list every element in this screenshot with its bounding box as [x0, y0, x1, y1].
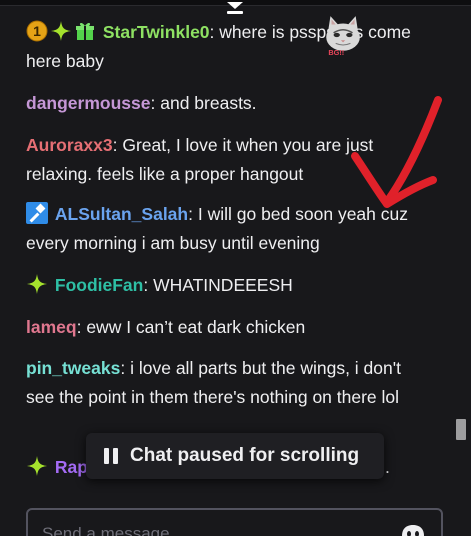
annotation-arrow-icon [351, 96, 442, 208]
collapse-arrow-icon[interactable] [223, 0, 247, 18]
username[interactable]: Rap [55, 457, 88, 477]
username[interactable]: dangermousse [26, 93, 150, 113]
hammer-badge[interactable] [26, 202, 48, 224]
chat-panel: { "messages": [ { "username": "StarTwink… [0, 0, 471, 536]
message-text: WHATINDEEESH [153, 275, 293, 295]
chat-message: 1 StarTwinkle0: where is psspspps come h… [26, 20, 411, 71]
chat-input[interactable] [42, 522, 382, 536]
chat-paused-label: Chat paused for scrolling [130, 445, 360, 466]
username[interactable]: StarTwinkle0 [103, 22, 210, 42]
gift-count-badge[interactable]: 1 [26, 20, 48, 42]
username[interactable]: pin_tweaks [26, 358, 120, 378]
emote-caption: BG!! [328, 48, 344, 56]
chat-message: lameq: eww I can’t eat dark chicken [26, 317, 306, 337]
star-badge[interactable] [50, 20, 72, 42]
chat-input-container[interactable] [26, 508, 443, 536]
username[interactable]: lameq [26, 317, 77, 337]
username[interactable]: FoodieFan [55, 275, 143, 295]
username[interactable]: ALSultan_Salah [55, 204, 188, 224]
message-text: and breasts. [160, 93, 257, 113]
message-text: eww I can’t eat dark chicken [86, 317, 306, 337]
scrollbar-thumb[interactable] [456, 419, 466, 440]
chat-paused-banner[interactable]: Chat paused for scrolling [86, 433, 384, 479]
chat-scrollbar[interactable] [454, 18, 466, 488]
pause-icon [104, 448, 118, 464]
message-text: . [385, 457, 390, 477]
chat-message: pin_tweaks: i love all parts but the win… [26, 358, 401, 407]
username[interactable]: Auroraxx3 [26, 135, 113, 155]
gift-count-text: 1 [33, 23, 41, 39]
gift-badge[interactable] [74, 20, 96, 42]
emote-picker-icon[interactable] [400, 523, 426, 536]
chat-message: FoodieFan: WHATINDEEESH [26, 271, 426, 300]
cat-emote[interactable]: BG!! [321, 14, 363, 56]
star-badge[interactable] [26, 455, 48, 477]
star-badge[interactable] [26, 273, 48, 295]
